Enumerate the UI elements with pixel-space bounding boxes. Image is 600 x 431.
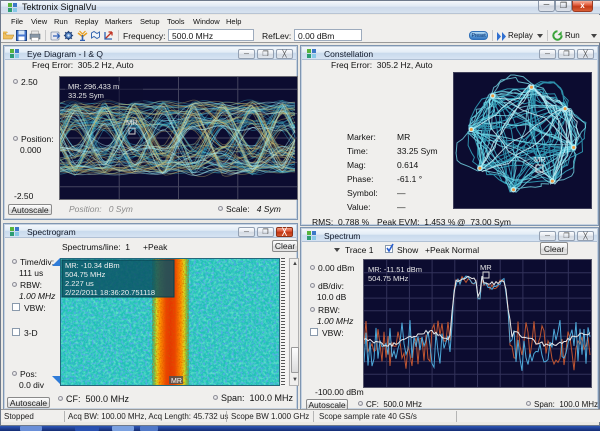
svg-text:504.75 MHz: 504.75 MHz xyxy=(65,270,106,279)
svg-text:MR: MR xyxy=(126,118,138,127)
svg-text:2.227 us: 2.227 us xyxy=(65,279,94,288)
svg-text:MR: 296.433 m: MR: 296.433 m xyxy=(68,82,119,91)
svg-text:MR: MR xyxy=(534,155,546,164)
svg-text:MR: -10.34 dBm: MR: -10.34 dBm xyxy=(65,261,120,270)
svg-text:33.25 Sym: 33.25 Sym xyxy=(68,91,104,100)
svg-text:MR: -11.51 dBm: MR: -11.51 dBm xyxy=(368,265,422,274)
svg-text:2/22/2011 18:36:20.751118: 2/22/2011 18:36:20.751118 xyxy=(65,288,155,297)
svg-text:504.75 MHz: 504.75 MHz xyxy=(368,274,409,283)
svg-text:MR: MR xyxy=(171,378,182,385)
svg-text:MR: MR xyxy=(480,263,492,272)
